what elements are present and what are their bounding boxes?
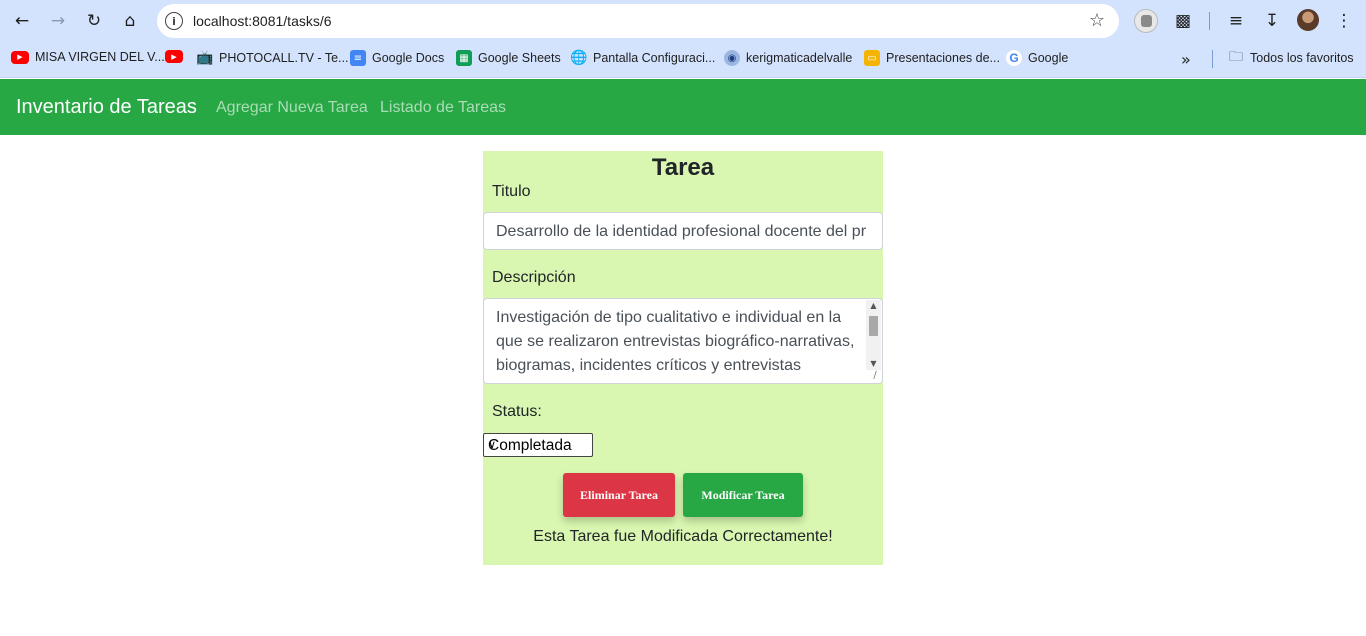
all-bookmarks[interactable]: 🗀 Todos los favoritos [1228,49,1354,66]
forward-icon[interactable]: → [45,8,71,34]
youtube-icon: ▶ [165,50,183,63]
bookmark-item[interactable]: ▭ Presentaciones de... [864,50,1000,66]
textarea-scrollbar[interactable]: ▲ ▼ [866,300,881,370]
reading-list-icon[interactable]: ≡ [1225,9,1247,33]
navbar-brand[interactable]: Inventario de Tareas [16,96,197,119]
scroll-down-icon[interactable]: ▼ [866,358,881,370]
title-label: Titulo [492,183,531,200]
reload-icon[interactable]: ↻ [81,8,107,34]
bookmark-label: Google [1028,51,1069,65]
bookmark-item[interactable]: ▦ Google Sheets [456,50,561,66]
status-select[interactable]: Completada ∨ [483,433,593,457]
bookmark-item[interactable]: ▶ MISA VIRGEN DEL V... [11,50,165,64]
bookmark-label: MISA VIRGEN DEL V... [35,50,165,64]
all-bookmarks-label: Todos los favoritos [1250,51,1354,65]
tv-icon: 📺 [196,50,214,66]
toolbar-separator [1209,12,1210,30]
bookmarks-separator [1212,50,1213,68]
bookmark-label: Pantalla Configuraci... [593,51,716,65]
slides-icon: ▭ [864,50,880,66]
docs-icon: ≡ [350,50,366,66]
browser-toolbar: ← → ↻ ⌂ i localhost:8081/tasks/6 ☆ ▩ ≡ ↧… [0,0,1366,41]
title-input-value: Desarrollo de la identidad profesional d… [496,223,867,240]
user-avatar[interactable] [1297,9,1319,31]
bookmark-item[interactable]: ◉ kerigmaticadelvalle [724,50,852,66]
profile-icon[interactable] [1134,9,1158,33]
bookmark-label: Google Docs [372,51,445,65]
site-info-icon[interactable]: i [165,12,183,30]
bookmark-item[interactable]: 🌐 Pantalla Configuraci... [570,50,716,66]
app-navbar: Inventario de Tareas Agregar Nueva Tarea… [0,79,1366,135]
back-icon[interactable]: ← [9,8,35,34]
bookmark-label: PHOTOCALL.TV - Te... [219,51,349,65]
scrollbar-thumb[interactable] [869,316,878,336]
form-title: Tarea [651,154,715,181]
extensions-icon[interactable]: ▩ [1172,9,1194,33]
more-bookmarks-icon[interactable]: » [1181,50,1191,69]
bookmark-label: Google Sheets [478,51,561,65]
bookmark-item[interactable]: ▶ [165,50,183,63]
url-text[interactable]: localhost:8081/tasks/6 [193,13,332,29]
scroll-up-icon[interactable]: ▲ [866,300,881,312]
update-task-button[interactable]: Modificar Tarea [683,473,803,517]
bookmark-label: kerigmaticadelvalle [746,51,853,65]
address-bar[interactable]: i localhost:8081/tasks/6 ☆ [157,4,1119,38]
description-textarea[interactable]: Investigación de tipo cualitativo e indi… [483,298,883,384]
resize-handle-icon[interactable]: ∕ [869,370,881,382]
success-message: Esta Tarea fue Modificada Correctamente! [533,528,833,545]
download-icon[interactable]: ↧ [1261,9,1283,33]
description-label: Descripción [492,269,576,286]
menu-icon[interactable]: ⋮ [1334,9,1354,33]
status-label: Status: [492,403,542,420]
youtube-icon: ▶ [11,50,29,64]
nav-link-add-task[interactable]: Agregar Nueva Tarea [216,99,368,117]
sheets-icon: ▦ [456,50,472,66]
google-icon: G [1006,50,1022,66]
site-icon: ◉ [724,50,740,66]
nav-link-task-list[interactable]: Listado de Tareas [380,99,506,117]
description-value: Investigación de tipo cualitativo e indi… [496,309,855,374]
task-form-card: Tarea Titulo Desarrollo de la identidad … [483,151,883,565]
bookmark-item[interactable]: G Google [1006,50,1068,66]
bookmark-item[interactable]: 📺 PHOTOCALL.TV - Te... [196,50,349,66]
title-input[interactable]: Desarrollo de la identidad profesional d… [483,212,883,250]
delete-task-button[interactable]: Eliminar Tarea [563,473,675,517]
bookmark-star-icon[interactable]: ☆ [1089,10,1105,31]
globe-icon: 🌐 [570,50,588,66]
bookmark-label: Presentaciones de... [886,51,1000,65]
chevron-down-icon: ∨ [488,438,497,451]
home-icon[interactable]: ⌂ [117,8,143,34]
bookmarks-bar: ▶ MISA VIRGEN DEL V... ▶ 📺 PHOTOCALL.TV … [0,41,1366,78]
bookmark-item[interactable]: ≡ Google Docs [350,50,444,66]
folder-icon: 🗀 [1229,49,1243,65]
